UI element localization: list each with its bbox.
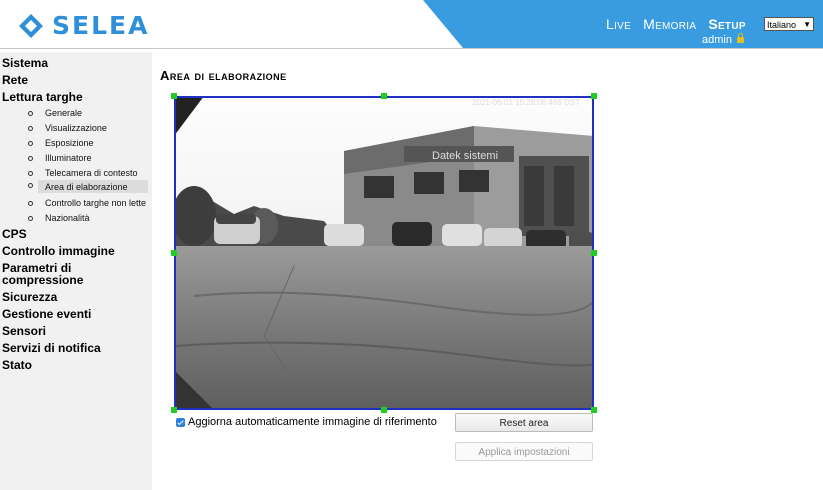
- image-timestamp: 2021-06-01 15:28:06.465 DST: [472, 98, 581, 107]
- sidebar-item-controllo-immagine[interactable]: Controllo immagine: [2, 244, 115, 258]
- bullet-icon: [28, 111, 33, 116]
- sidebar-subitem-area-elaborazione[interactable]: Area di elaborazione: [28, 180, 148, 193]
- logo[interactable]: SELEA: [18, 11, 149, 40]
- sidebar-subitem-controllo-targhe[interactable]: Controllo targhe non lette: [28, 198, 148, 211]
- nav-live[interactable]: Live: [606, 16, 631, 32]
- resize-handle-top-left[interactable]: [171, 93, 177, 99]
- selea-logo-icon: [19, 13, 43, 38]
- bullet-icon: [28, 156, 33, 161]
- bullet-icon: [28, 183, 33, 188]
- logo-text: SELEA: [52, 11, 150, 40]
- sidebar-subitem-nazionalita[interactable]: Nazionalità: [28, 213, 148, 226]
- header-divider: [0, 48, 823, 49]
- auto-refresh-label: Aggiorna automaticamente immagine di rif…: [188, 416, 437, 428]
- bullet-icon: [28, 216, 33, 221]
- sidebar-item-servizi-notifica[interactable]: Servizi di notifica: [2, 341, 101, 355]
- sidebar-item-cps[interactable]: CPS: [2, 227, 27, 241]
- sidebar-item-sicurezza[interactable]: Sicurezza: [2, 290, 57, 304]
- page-title: Area di elaborazione: [160, 68, 287, 83]
- bullet-icon: [28, 171, 33, 176]
- auto-refresh-checkbox[interactable]: [176, 418, 185, 427]
- resize-handle-left[interactable]: [171, 250, 177, 256]
- sidebar-subitem-esposizione[interactable]: Esposizione: [28, 138, 148, 151]
- reset-area-button[interactable]: Reset area: [455, 413, 593, 432]
- bullet-icon: [28, 141, 33, 146]
- sidebar-item-parametri-compressione[interactable]: Parametri di compressione: [2, 262, 112, 286]
- apply-settings-button[interactable]: Applica impostazioni: [455, 442, 593, 461]
- resize-handle-top-right[interactable]: [591, 93, 597, 99]
- resize-handle-bottom-left[interactable]: [171, 407, 177, 413]
- nav-setup[interactable]: Setup: [708, 16, 746, 32]
- sidebar-subitem-illuminatore[interactable]: Illuminatore: [28, 153, 148, 166]
- language-selected: Italiano: [767, 20, 797, 30]
- sidebar-subitem-visualizzazione[interactable]: Visualizzazione: [28, 123, 148, 136]
- sidebar-subitem-generale[interactable]: Generale: [28, 108, 148, 121]
- resize-handle-bottom[interactable]: [381, 407, 387, 413]
- user-info: admin: [702, 33, 744, 46]
- sidebar-item-gestione-eventi[interactable]: Gestione eventi: [2, 307, 91, 321]
- resize-handle-bottom-right[interactable]: [591, 407, 597, 413]
- sidebar: Sistema Rete Lettura targhe Generale Vis…: [0, 52, 152, 490]
- chevron-down-icon: ▼: [803, 20, 811, 29]
- nav-memoria[interactable]: Memoria: [643, 16, 696, 32]
- bullet-icon: [28, 201, 33, 206]
- resize-handle-right[interactable]: [591, 250, 597, 256]
- resize-handle-top[interactable]: [381, 93, 387, 99]
- sidebar-item-sistema[interactable]: Sistema: [2, 56, 48, 70]
- language-select[interactable]: Italiano ▼: [764, 17, 814, 31]
- username: admin: [702, 34, 732, 46]
- sidebar-item-lettura-targhe[interactable]: Lettura targhe: [2, 90, 83, 104]
- lock-icon: [736, 33, 744, 43]
- processing-area-frame[interactable]: [174, 96, 594, 410]
- top-nav: Live Memoria Setup: [606, 16, 746, 32]
- header: SELEA Live Memoria Setup Italiano ▼ admi…: [0, 0, 823, 48]
- sidebar-item-sensori[interactable]: Sensori: [2, 324, 46, 338]
- sidebar-item-stato[interactable]: Stato: [2, 358, 32, 372]
- sidebar-item-rete[interactable]: Rete: [2, 73, 28, 87]
- bullet-icon: [28, 126, 33, 131]
